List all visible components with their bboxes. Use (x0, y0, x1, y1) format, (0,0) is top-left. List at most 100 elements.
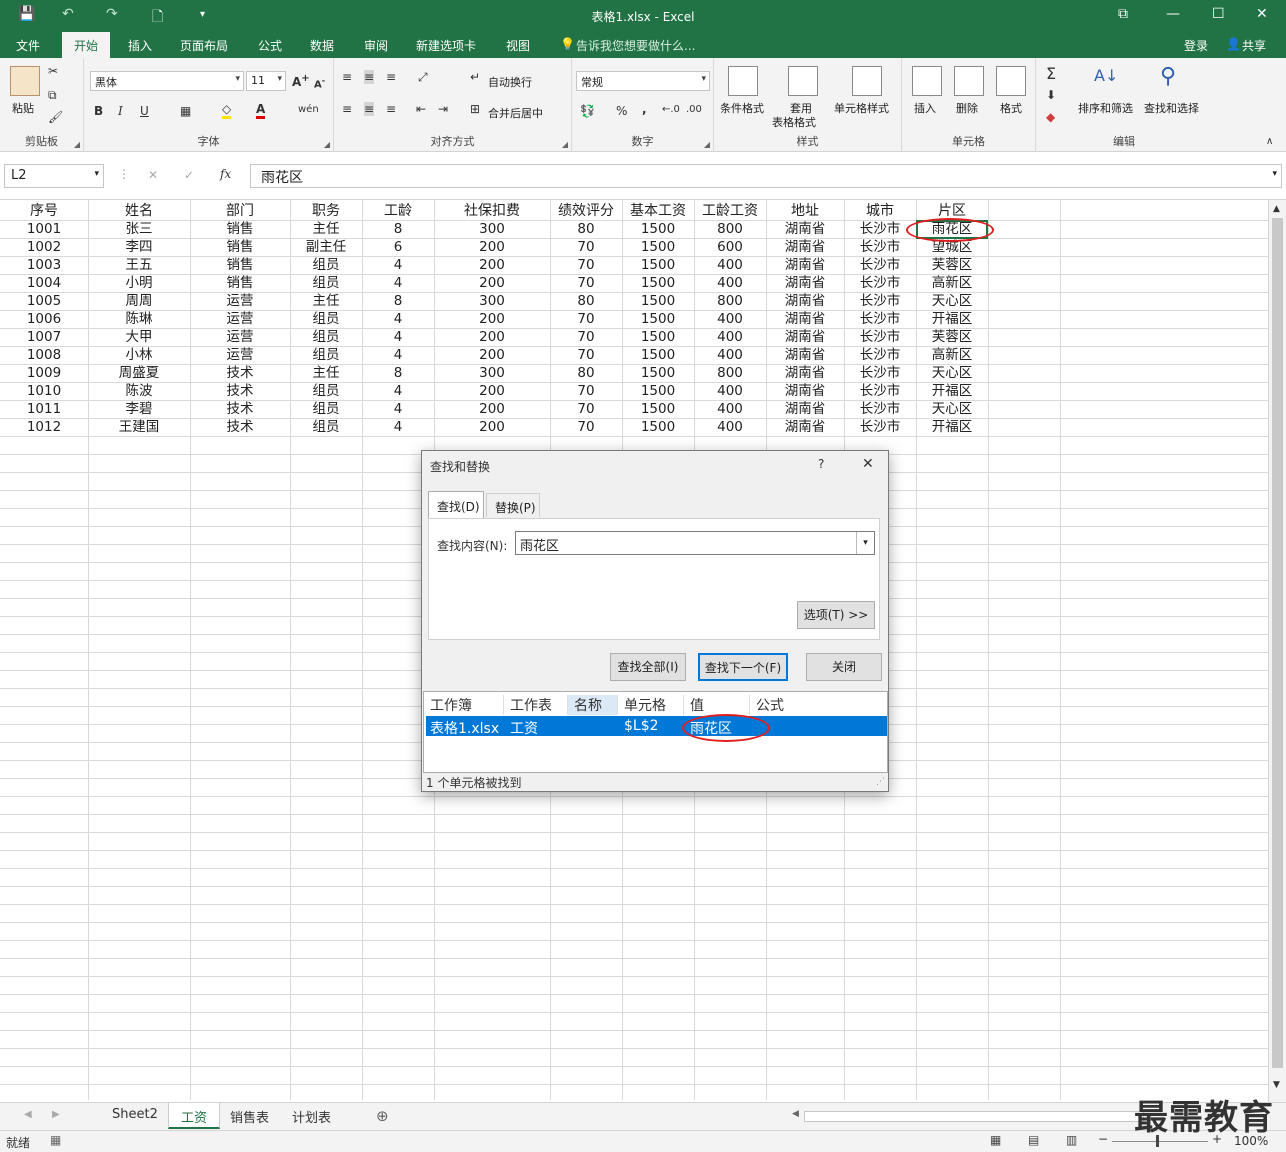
data-cell[interactable]: 1500 (622, 400, 694, 418)
column-header-cell[interactable]: 职务 (290, 202, 362, 220)
data-cell[interactable]: 400 (694, 328, 766, 346)
data-cell[interactable]: 技术 (190, 382, 290, 400)
data-cell[interactable]: 湖南省 (766, 220, 844, 238)
wrap-text-button[interactable]: 自动换行 (488, 74, 532, 90)
copy-icon[interactable]: ⧉ (48, 88, 57, 103)
data-cell[interactable]: 1007 (0, 328, 88, 346)
tab-data[interactable]: 数据 (310, 37, 334, 54)
chevron-down-icon[interactable]: ▾ (1272, 169, 1277, 179)
underline-button[interactable]: U (140, 104, 149, 118)
options-button[interactable]: 选项(T) >> (797, 601, 875, 629)
data-cell[interactable]: 70 (550, 256, 622, 274)
data-cell[interactable]: 湖南省 (766, 274, 844, 292)
data-cell[interactable]: 组员 (290, 310, 362, 328)
align-right-icon[interactable]: ≡ (386, 102, 396, 116)
column-header-cell[interactable]: 工龄工资 (694, 202, 766, 220)
sheet-tab-salary[interactable]: 工资 (168, 1103, 221, 1129)
column-header-cell[interactable]: 序号 (0, 202, 88, 220)
data-cell[interactable]: 4 (362, 310, 434, 328)
data-cell[interactable]: 1001 (0, 220, 88, 238)
data-cell[interactable]: 组员 (290, 256, 362, 274)
data-cell[interactable]: 长沙市 (844, 274, 916, 292)
data-cell[interactable]: 组员 (290, 274, 362, 292)
data-cell[interactable]: 200 (434, 400, 550, 418)
bold-button[interactable]: B (94, 104, 103, 118)
add-sheet-icon[interactable]: ⊕ (376, 1107, 389, 1125)
sort-filter-icon[interactable]: A↓ (1094, 66, 1118, 85)
share-icon[interactable]: 👤 (1226, 37, 1241, 51)
data-cell[interactable]: 200 (434, 274, 550, 292)
align-bottom-icon[interactable]: ≡ (386, 70, 396, 84)
result-row[interactable]: 表格1.xlsx 工资 $L$2 雨花区 (426, 716, 887, 737)
data-cell[interactable]: 长沙市 (844, 256, 916, 274)
data-cell[interactable]: 天心区 (916, 364, 988, 382)
data-cell[interactable]: 200 (434, 346, 550, 364)
data-cell[interactable]: 组员 (290, 400, 362, 418)
tab-find[interactable]: 查找(D) (428, 491, 484, 519)
data-cell[interactable]: 湖南省 (766, 310, 844, 328)
autosum-icon[interactable]: Σ (1046, 64, 1056, 83)
data-cell[interactable]: 王五 (88, 256, 190, 274)
data-cell[interactable]: 4 (362, 418, 434, 436)
data-cell[interactable]: 70 (550, 382, 622, 400)
data-cell[interactable]: 陈波 (88, 382, 190, 400)
macro-record-icon[interactable]: ▦ (50, 1133, 61, 1147)
tab-formulas[interactable]: 公式 (258, 37, 282, 54)
data-cell[interactable]: 组员 (290, 382, 362, 400)
data-cell[interactable]: 80 (550, 364, 622, 382)
data-cell[interactable]: 8 (362, 364, 434, 382)
result-col-name[interactable]: 名称 (568, 695, 618, 715)
data-cell[interactable]: 800 (694, 292, 766, 310)
normal-view-icon[interactable]: ▦ (990, 1133, 1001, 1147)
data-cell[interactable]: 1005 (0, 292, 88, 310)
data-cell[interactable]: 1003 (0, 256, 88, 274)
data-cell[interactable]: 湖南省 (766, 292, 844, 310)
data-cell[interactable]: 长沙市 (844, 328, 916, 346)
data-cell[interactable]: 组员 (290, 418, 362, 436)
data-cell[interactable]: 长沙市 (844, 346, 916, 364)
data-cell[interactable]: 长沙市 (844, 364, 916, 382)
data-cell[interactable]: 8 (362, 292, 434, 310)
data-cell[interactable]: 天心区 (916, 400, 988, 418)
ribbon-display-icon[interactable]: ⧉ (1118, 6, 1128, 22)
clipboard-launcher-icon[interactable]: ◢ (74, 140, 80, 149)
sheet-tab-sheet2[interactable]: Sheet2 (112, 1107, 158, 1122)
data-cell[interactable]: 开福区 (916, 310, 988, 328)
data-cell[interactable]: 400 (694, 400, 766, 418)
italic-button[interactable]: I (118, 104, 123, 118)
column-header-cell[interactable]: 绩效评分 (550, 202, 622, 220)
result-col-workbook[interactable]: 工作簿 (424, 695, 504, 715)
data-cell[interactable]: 湖南省 (766, 382, 844, 400)
data-cell[interactable]: 1500 (622, 220, 694, 238)
data-cell[interactable]: 200 (434, 238, 550, 256)
data-cell[interactable]: 300 (434, 220, 550, 238)
data-cell[interactable]: 200 (434, 310, 550, 328)
data-cell[interactable]: 1006 (0, 310, 88, 328)
data-cell[interactable]: 4 (362, 256, 434, 274)
data-cell[interactable]: 4 (362, 328, 434, 346)
data-cell[interactable]: 1500 (622, 382, 694, 400)
data-cell[interactable]: 芙蓉区 (916, 328, 988, 346)
data-cell[interactable]: 1500 (622, 274, 694, 292)
delete-cells-button[interactable]: 删除 (956, 100, 978, 116)
data-cell[interactable]: 1008 (0, 346, 88, 364)
format-painter-icon[interactable]: 🖌 (48, 110, 63, 124)
tab-file[interactable]: 文件 (16, 37, 40, 54)
share-button[interactable]: 共享 (1242, 37, 1266, 54)
merge-center-button[interactable]: 合并后居中 (488, 105, 543, 121)
data-cell[interactable]: 1009 (0, 364, 88, 382)
data-cell[interactable]: 1012 (0, 418, 88, 436)
data-cell[interactable]: 主任 (290, 364, 362, 382)
sheet-tab-sales[interactable]: 销售表 (230, 1107, 269, 1126)
data-cell[interactable]: 4 (362, 346, 434, 364)
resize-grip-icon[interactable]: ⋰ (876, 777, 885, 787)
cut-icon[interactable]: ✂ (48, 64, 58, 78)
data-cell[interactable]: 主任 (290, 220, 362, 238)
align-center-icon[interactable]: ≡ (364, 102, 375, 116)
data-cell[interactable]: 200 (434, 418, 550, 436)
tab-review[interactable]: 审阅 (364, 37, 388, 54)
login-link[interactable]: 登录 (1184, 37, 1208, 54)
chevron-down-icon[interactable]: ▾ (856, 532, 874, 554)
border-icon[interactable]: ▦ (180, 104, 191, 118)
data-cell[interactable]: 300 (434, 292, 550, 310)
